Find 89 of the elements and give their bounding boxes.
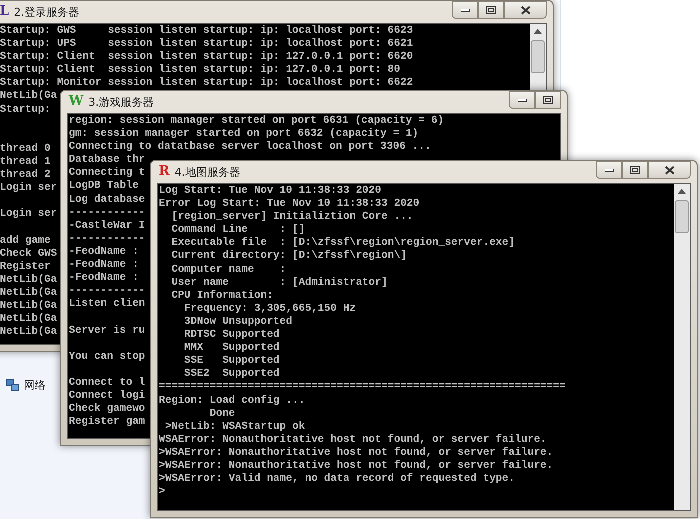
window-title: 4.地图服务器 [174,164,242,180]
console-line: >WSAError: Valid name, no data record of requested type. [159,473,516,486]
console-line: Startup: Monitor session listen startup: ip: localhost port: 6622 [0,77,414,90]
console-line: Check gamewo [69,403,146,416]
close-icon [664,166,674,174]
console-line: CPU Information: [170,290,274,303]
console-line: Computer name : [170,264,286,277]
console-line: Server is ru [69,324,146,338]
console-line: >NetLib: WSAStartup ok [164,420,306,434]
console-line: > [159,486,166,500]
app-icon: W [69,95,84,109]
console-line: Connect logi [69,390,146,403]
minimize-button[interactable] [509,91,535,109]
window-title: 2.登录服务器 [14,4,81,20]
maximize-icon [630,166,640,174]
console-line: MMX Supported [183,342,280,355]
console-line: Connect to l [69,376,146,390]
console-line: -FeodName : [69,272,139,286]
console-line: ================================================================ [159,381,566,394]
maximize-button[interactable] [535,91,561,109]
console-line: RDTSC Supported [183,329,280,342]
console-line: 3DNow Unsupported [183,316,293,329]
console-line: Startup: Client session listen startup: ip: 127.0.0.1 port: 80 [0,64,401,77]
console-line: Log database [69,194,146,207]
console-line: Command Line : [] [170,224,306,237]
console-line: Connecting to datatbase server localhost on port 3306 ... [69,141,432,154]
console-line: NetLib(Ga [0,286,58,300]
console-line: ------------ [69,232,146,246]
network-nav-item[interactable]: 网络 [6,378,46,393]
minimize-icon [604,168,614,172]
console-line: NetLib(Ga [0,90,58,104]
console-line: User name : [Administrator] [170,276,388,290]
console-line: Error Log Start: Tue Nov 10 11:38:33 2020 [159,198,420,211]
console-line: Database thr [69,154,146,167]
console-line: Register [0,260,51,274]
minimize-button[interactable] [452,1,478,19]
console-line: Startup: UPS session listen startup: ip: localhost port: 6621 [0,38,414,51]
console-line: Login ser [0,182,58,196]
minimize-button[interactable] [596,161,622,179]
maximize-button[interactable] [622,161,648,179]
console-line: LogDB Table [69,180,139,194]
console-line: Startup: GWS session listen startup: ip: localhost port: 6623 [0,25,414,38]
console-line: Region: Load config ... [159,394,306,408]
console-line: Frequency: 3,305,665,150 Hz [183,302,356,316]
app-icon: L [0,5,10,19]
console-line: NetLib(Ga [0,300,58,313]
console-line: Login ser [0,208,58,222]
console-line: -FeodName : [69,246,139,259]
console-line: SSE2 Supported [183,368,280,382]
console-line: add game [0,234,51,248]
close-button[interactable] [504,1,547,19]
console-line: Current directory: [D:\zfssf\region\] [170,250,407,264]
console-line: Done [208,408,236,421]
network-icon [6,378,20,392]
console-line: NetLib(Ga [0,313,58,326]
console-line: Listen clien [69,298,146,312]
console-line: NetLib(Ga [0,326,58,340]
console-line: You can stop [69,350,146,364]
minimize-icon [518,98,526,102]
console-line: region: session manager started on port 6631 (capacity = 6) [69,115,444,128]
minimize-icon [460,8,470,12]
maximize-icon [486,6,496,14]
console-line: Register gam [69,416,146,430]
console-line: thread 1 [0,156,51,169]
console-line: Connecting t [69,167,146,180]
console-line: Log Start: Tue Nov 10 11:38:33 2020 [159,185,382,198]
console-line: Startup: Client session listen startup: ip: 127.0.0.1 port: 6620 [0,51,414,64]
console-line: -CastleWar I [69,220,146,233]
maximize-button[interactable] [478,1,504,19]
console-line: >WSAError: Nonauthoritative host not found, or server failure. [159,460,554,473]
console-line: Check GWS [0,248,58,261]
console-line: thread 2 [0,169,51,182]
console-line: [region_server] Initializtion Core ... [170,211,414,224]
console-line: NetLib(Ga [0,274,58,287]
app-icon: R [159,165,170,179]
close-button[interactable] [648,161,691,179]
console-line: WSAError: Nonauthoritative host not found, or server failure. [159,434,547,447]
console-line: gm: session manager started on port 6632 (capacity = 1) [69,128,419,141]
console-line: thread 0 [0,142,51,156]
close-icon [520,6,530,14]
console-line: Executable file : [D:\zfssf\region\region_server.exe] [170,237,516,250]
console-line: >WSAError: Nonauthoritative host not found, or server failure. [159,446,554,460]
console-line: Startup: [0,104,51,117]
console-line: -FeodName : [69,259,139,272]
maximize-icon [543,96,553,104]
console-line: ------------ [69,285,146,298]
console-line: SSE Supported [183,355,280,368]
console-line: ------------ [69,206,146,220]
window-title: 3.游戏服务器 [88,94,156,110]
